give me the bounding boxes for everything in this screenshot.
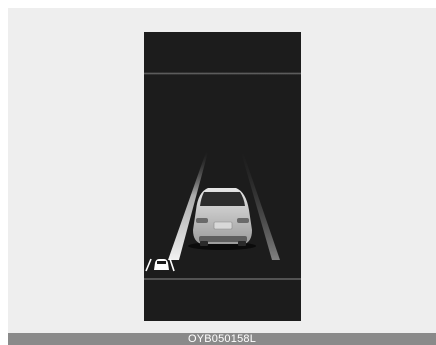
- leading-vehicle-icon: [188, 188, 256, 250]
- cluster-display: [144, 32, 301, 321]
- bottom-divider: [144, 278, 301, 280]
- top-divider: [144, 72, 301, 75]
- cluster-display-graphic: [144, 72, 301, 280]
- lane-assist-indicator-icon: [145, 258, 175, 272]
- figure-caption: OYB050158L: [8, 333, 436, 345]
